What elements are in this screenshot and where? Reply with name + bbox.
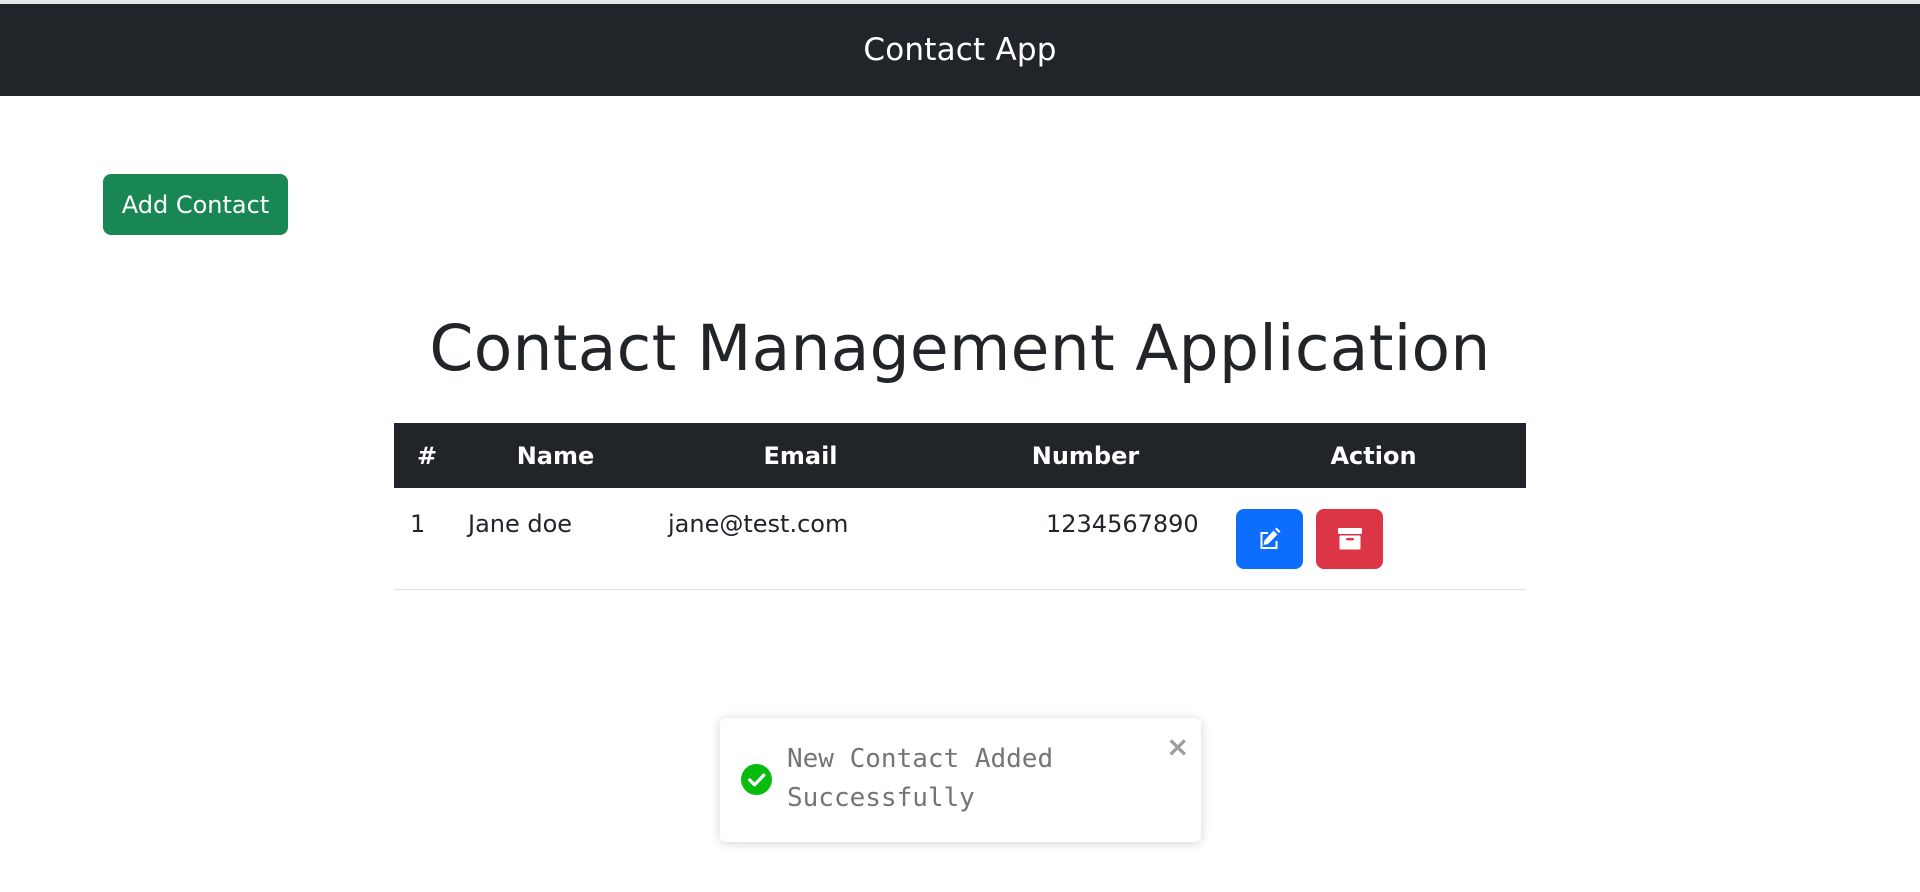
cell-number: 1234567890 — [1046, 510, 1199, 538]
delete-contact-button[interactable] — [1316, 509, 1383, 569]
success-check-icon — [741, 764, 772, 795]
success-toast: New Contact Added Successfully × — [720, 718, 1201, 842]
navbar: Contact App — [0, 4, 1920, 96]
toast-message: New Contact Added Successfully — [787, 744, 1054, 813]
edit-contact-button[interactable] — [1236, 509, 1303, 569]
cell-actions — [1221, 488, 1526, 589]
cell-email: jane@test.com — [668, 510, 849, 538]
table-row: 1 Jane doe jane@test.com 1234567890 — [394, 488, 1526, 590]
header-action: Action — [1330, 441, 1417, 470]
header-name: Name — [516, 441, 595, 470]
cell-name: Jane doe — [468, 510, 573, 538]
header-email: Email — [763, 441, 838, 470]
table-header: # Name Email Number Action — [394, 423, 1526, 488]
close-icon[interactable]: × — [1166, 733, 1189, 761]
header-number: Number — [1031, 441, 1140, 470]
archive-icon — [1337, 528, 1362, 550]
app-title: Contact App — [863, 32, 1057, 68]
cell-index: 1 — [410, 510, 426, 538]
add-contact-button[interactable]: Add Contact — [103, 174, 288, 235]
header-index: # — [416, 441, 438, 470]
contacts-table: # Name Email Number Action 1 Jane doe ja… — [394, 423, 1526, 590]
page-title: Contact Management Application — [429, 312, 1491, 385]
edit-icon — [1260, 527, 1280, 549]
